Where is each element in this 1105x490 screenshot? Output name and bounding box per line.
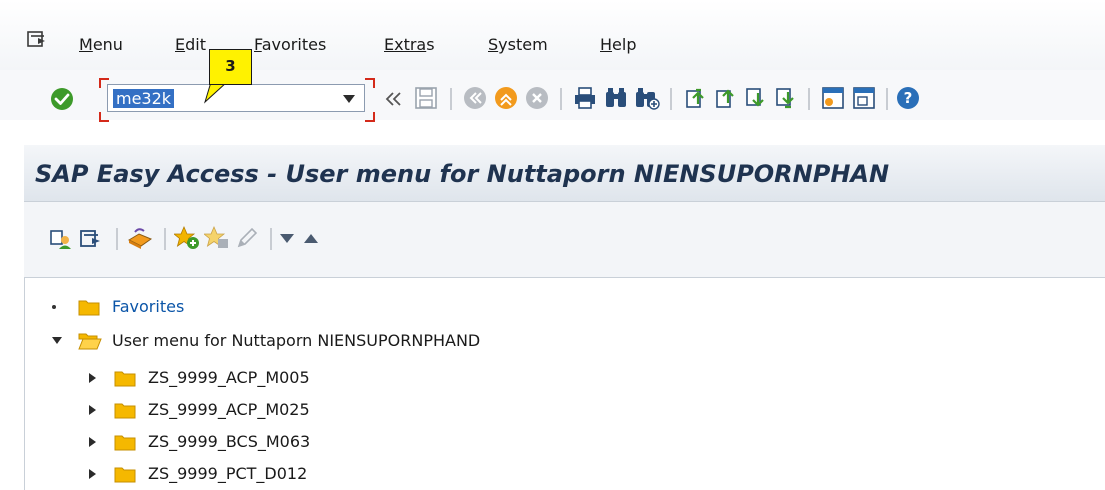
menu-item-help[interactable]: Help bbox=[600, 35, 636, 54]
tree-node-label: Favorites bbox=[112, 297, 185, 316]
save-icon[interactable] bbox=[414, 86, 438, 110]
menu-item-edit[interactable]: Edit bbox=[175, 35, 206, 54]
folder-icon bbox=[114, 467, 136, 483]
next-page-icon[interactable] bbox=[744, 86, 768, 110]
toolbar-separator bbox=[886, 88, 888, 110]
bullet-icon bbox=[52, 305, 56, 309]
tree-node-label: ZS_9999_ACP_M025 bbox=[148, 400, 310, 419]
page-title: SAP Easy Access - User menu for Nuttapor… bbox=[35, 160, 890, 188]
menu-item-system[interactable]: System bbox=[488, 35, 548, 54]
toolbar-separator bbox=[808, 88, 810, 110]
expand-icon[interactable] bbox=[280, 234, 294, 243]
last-page-icon[interactable] bbox=[774, 86, 798, 110]
back-icon[interactable] bbox=[463, 86, 487, 110]
svg-text:?: ? bbox=[904, 89, 913, 107]
chevron-right-icon[interactable] bbox=[89, 437, 96, 447]
other-menu-icon[interactable] bbox=[50, 228, 72, 250]
cancel-icon[interactable] bbox=[525, 86, 549, 110]
chevron-down-icon[interactable] bbox=[343, 95, 355, 103]
toolbar-separator bbox=[450, 88, 452, 110]
menu-item-menu[interactable]: Menu bbox=[79, 35, 123, 54]
find-icon[interactable] bbox=[604, 86, 628, 110]
find-next-icon[interactable] bbox=[634, 86, 660, 110]
toolbar-separator bbox=[670, 88, 672, 110]
chevron-right-icon[interactable] bbox=[89, 469, 96, 479]
command-field-value: me32k bbox=[113, 89, 175, 108]
folder-icon bbox=[78, 300, 100, 316]
delete-favorite-icon[interactable] bbox=[204, 226, 230, 250]
assign-users-icon[interactable] bbox=[127, 226, 153, 250]
chevron-down-icon[interactable] bbox=[52, 337, 62, 344]
tree-node-label: User menu for Nuttaporn NIENSUPORNPHAND bbox=[112, 331, 481, 350]
toolbar-separator bbox=[164, 228, 166, 250]
menu-item-favorites[interactable]: Favorites bbox=[254, 35, 326, 54]
previous-page-icon[interactable] bbox=[714, 86, 738, 110]
callout-tail bbox=[204, 82, 228, 104]
exit-icon[interactable] bbox=[494, 86, 518, 110]
toolbar-separator bbox=[116, 228, 118, 250]
change-favorite-icon[interactable] bbox=[235, 226, 259, 250]
chevron-right-icon[interactable] bbox=[89, 405, 96, 415]
tree-node-label: ZS_9999_BCS_M063 bbox=[148, 432, 311, 451]
toolbar-separator bbox=[270, 228, 272, 250]
add-favorite-icon[interactable] bbox=[174, 226, 200, 250]
help-icon[interactable]: ? bbox=[896, 86, 920, 110]
menu-icon[interactable] bbox=[27, 30, 47, 48]
enter-icon[interactable] bbox=[50, 87, 74, 111]
folder-icon bbox=[114, 371, 136, 387]
tree-node-label: ZS_9999_PCT_D012 bbox=[148, 464, 308, 483]
shortcut-icon[interactable] bbox=[852, 86, 876, 110]
print-icon[interactable] bbox=[573, 86, 597, 110]
folder-icon bbox=[114, 435, 136, 451]
new-session-icon[interactable] bbox=[821, 86, 845, 110]
command-field[interactable]: me32k bbox=[107, 84, 365, 112]
menu-item-extras[interactable]: Extras bbox=[384, 35, 435, 54]
first-page-icon[interactable] bbox=[684, 86, 708, 110]
back-arrows-icon[interactable] bbox=[385, 92, 403, 106]
menu-bar: Menu Edit Favorites Extras System Help bbox=[0, 0, 1105, 70]
folder-icon bbox=[114, 403, 136, 419]
collapse-icon[interactable] bbox=[304, 234, 318, 243]
chevron-right-icon[interactable] bbox=[89, 373, 96, 383]
open-folder-icon bbox=[78, 333, 102, 350]
step-callout: 3 bbox=[209, 49, 252, 85]
create-role-icon[interactable] bbox=[80, 228, 102, 250]
toolbar-separator bbox=[560, 88, 562, 110]
tree-node-label: ZS_9999_ACP_M005 bbox=[148, 368, 310, 387]
